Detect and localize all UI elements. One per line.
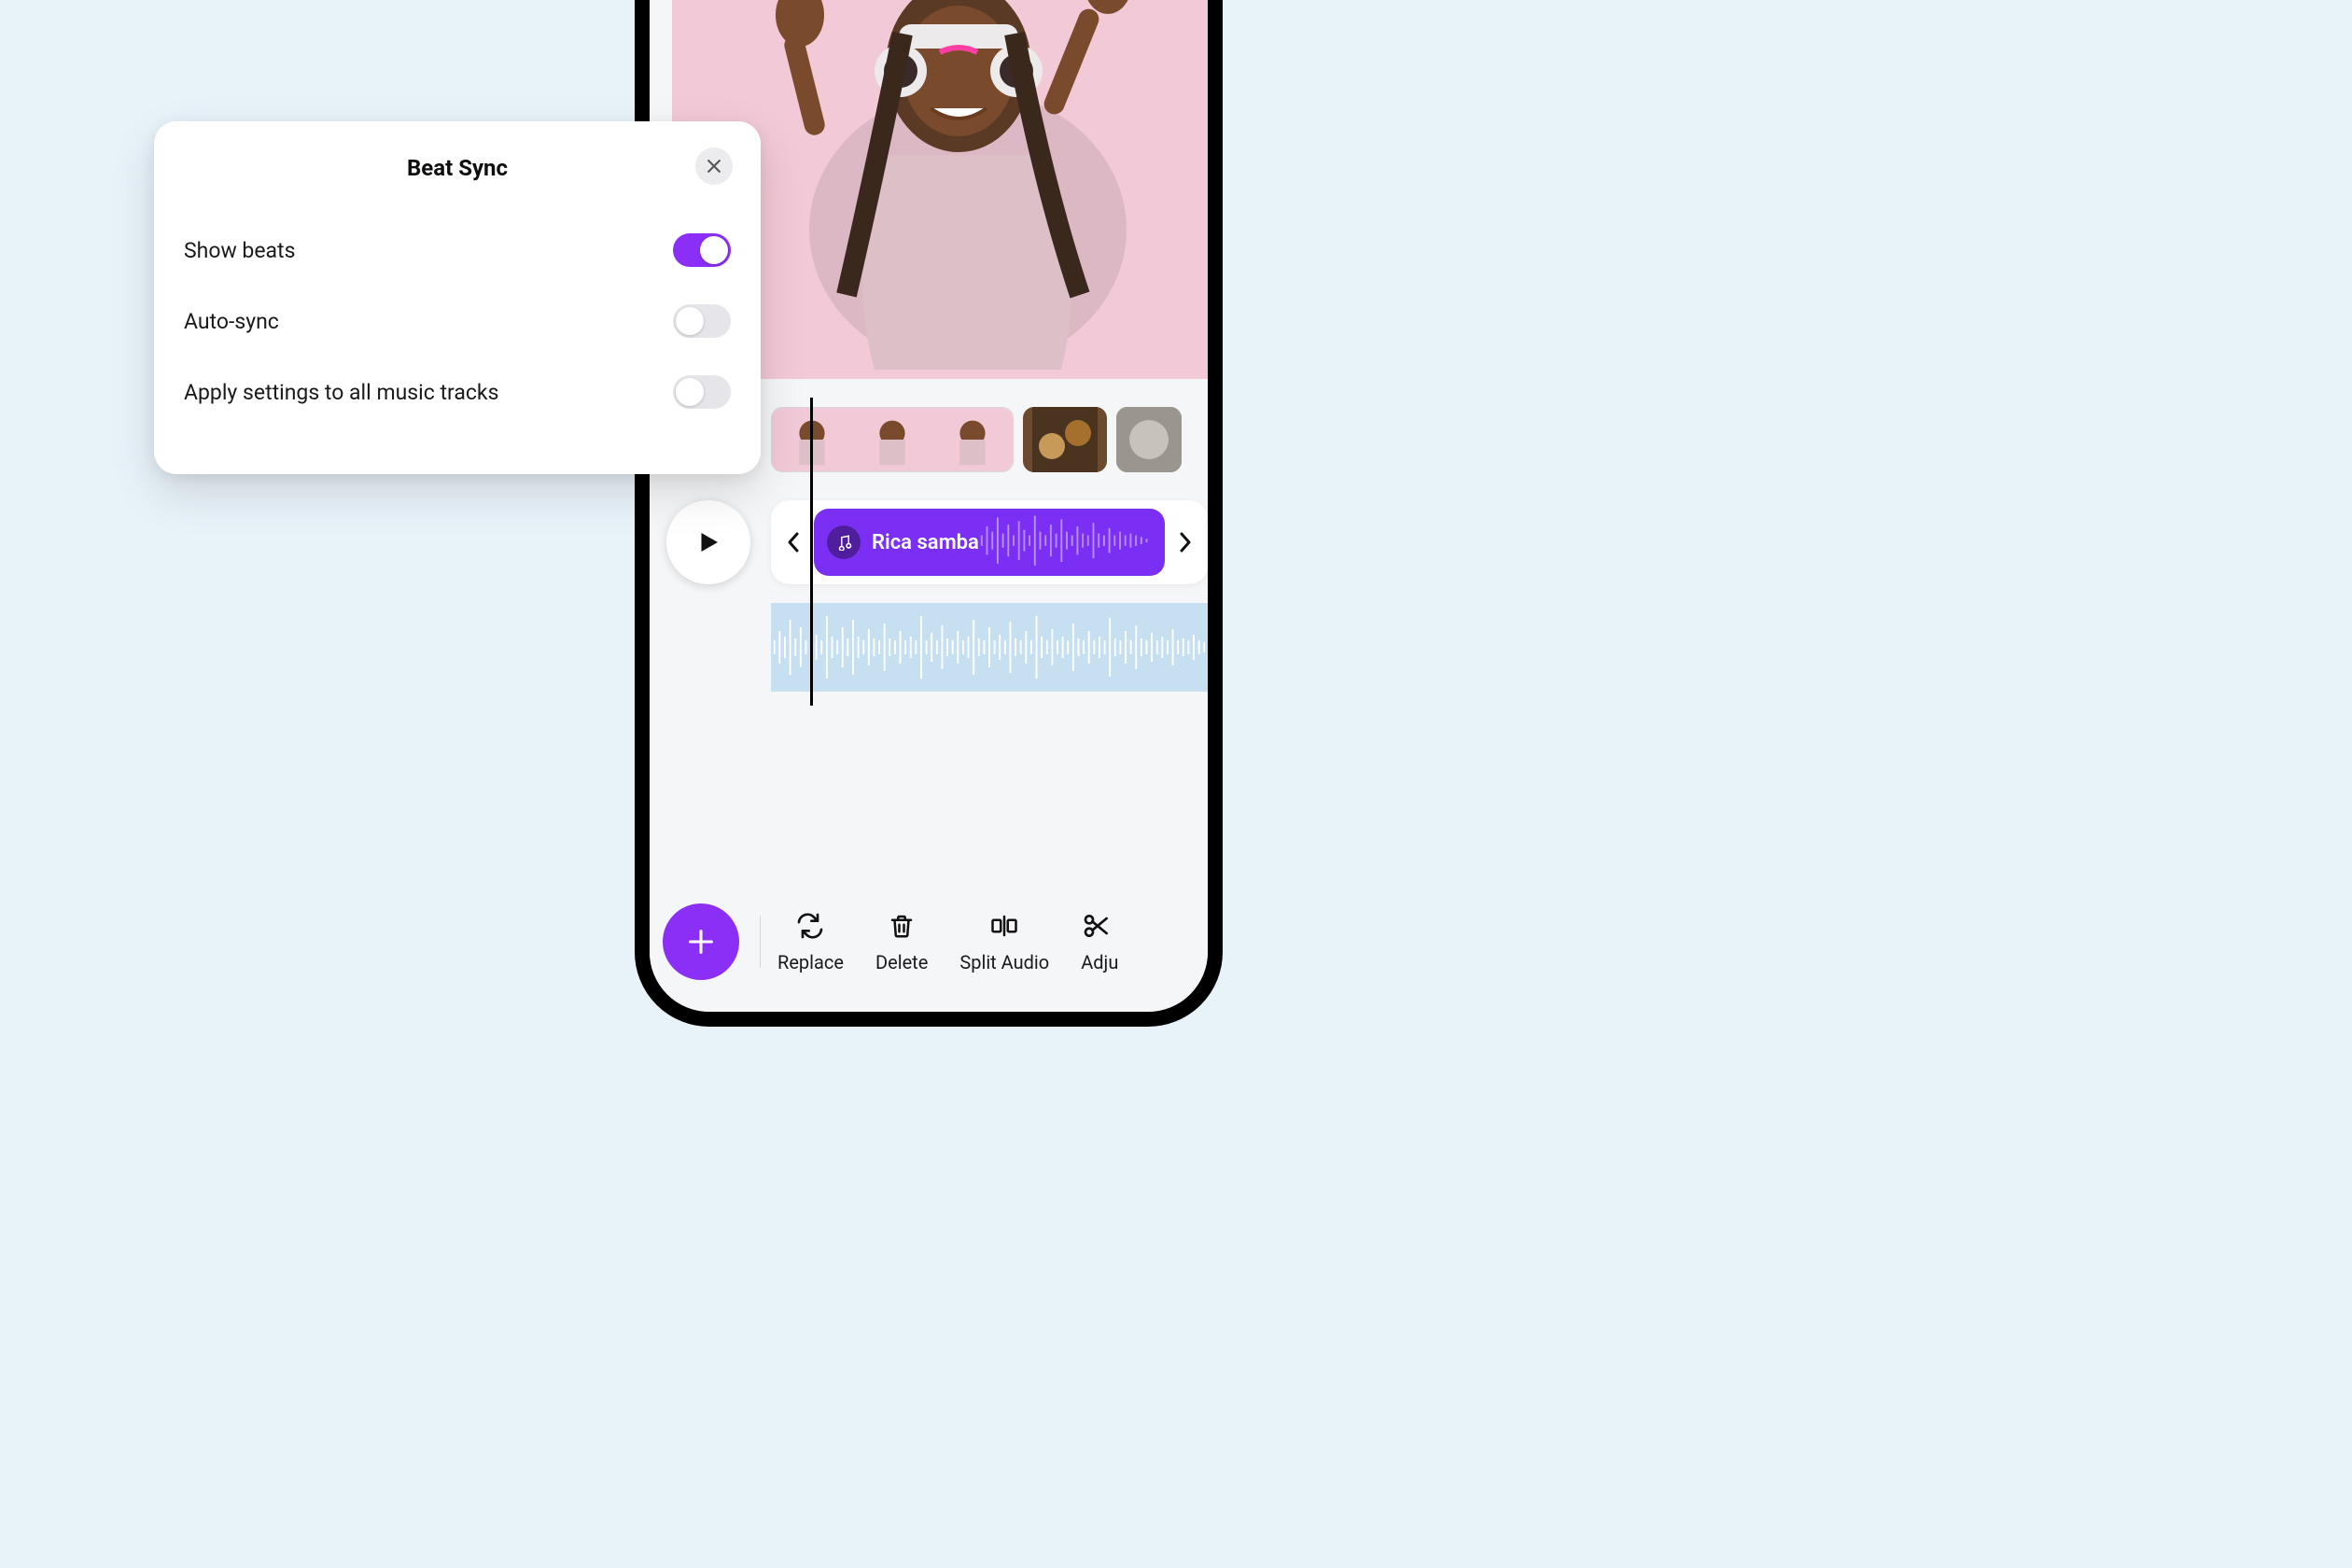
popover-title: Beat Sync: [407, 155, 508, 181]
timeline-clip[interactable]: [1023, 407, 1107, 472]
audio-clip-row: Rica samba: [771, 500, 1208, 584]
setting-label: Show beats: [184, 238, 295, 263]
setting-show-beats: Show beats: [182, 215, 733, 286]
plus-icon: [685, 926, 717, 958]
split-icon: [988, 910, 1020, 942]
chevron-right-icon[interactable]: [1172, 524, 1198, 561]
separator: [760, 916, 761, 968]
replace-icon: [794, 910, 826, 942]
close-button[interactable]: [695, 147, 733, 185]
tool-adjust[interactable]: Adju: [1081, 910, 1127, 973]
tool-label: Delete: [875, 951, 928, 973]
beat-sync-popover: Beat Sync Show beats Auto-sync Apply set…: [154, 121, 761, 474]
add-button[interactable]: [663, 903, 739, 980]
setting-label: Apply settings to all music tracks: [184, 380, 498, 405]
setting-auto-sync: Auto-sync: [182, 286, 733, 357]
audio-clip[interactable]: Rica samba: [814, 509, 1165, 576]
waveform-icon: [771, 603, 1208, 692]
toggle-auto-sync[interactable]: [673, 304, 731, 338]
audio-track-name: Rica samba: [872, 531, 979, 554]
tool-split-audio[interactable]: Split Audio: [959, 910, 1049, 973]
tool-label: Replace: [777, 951, 844, 973]
trash-icon: [886, 910, 917, 942]
play-button[interactable]: [666, 500, 750, 584]
music-note-icon: [827, 525, 861, 559]
chevron-left-icon[interactable]: [780, 524, 806, 561]
setting-label: Auto-sync: [184, 309, 279, 334]
setting-apply-all: Apply settings to all music tracks: [182, 357, 733, 427]
bottom-toolbar: Replace Delete Split Audio: [650, 872, 1208, 1012]
timeline-clip[interactable]: [771, 407, 1014, 472]
waveform-icon: [978, 509, 1155, 572]
tool-label: Split Audio: [959, 951, 1049, 973]
play-icon: [694, 528, 722, 556]
popover-header: Beat Sync: [182, 147, 733, 189]
close-icon: [705, 157, 723, 175]
waveform-track[interactable]: [771, 603, 1208, 692]
timeline-thumbnails[interactable]: [771, 407, 1208, 472]
scissors-icon: [1081, 910, 1113, 942]
toggle-apply-all[interactable]: [673, 375, 731, 409]
timeline-clip[interactable]: [1116, 407, 1182, 472]
toggle-show-beats[interactable]: [673, 233, 731, 267]
tool-label: Adju: [1081, 951, 1118, 973]
playhead[interactable]: [810, 398, 813, 706]
tool-replace[interactable]: Replace: [777, 910, 844, 973]
tool-delete[interactable]: Delete: [875, 910, 928, 973]
